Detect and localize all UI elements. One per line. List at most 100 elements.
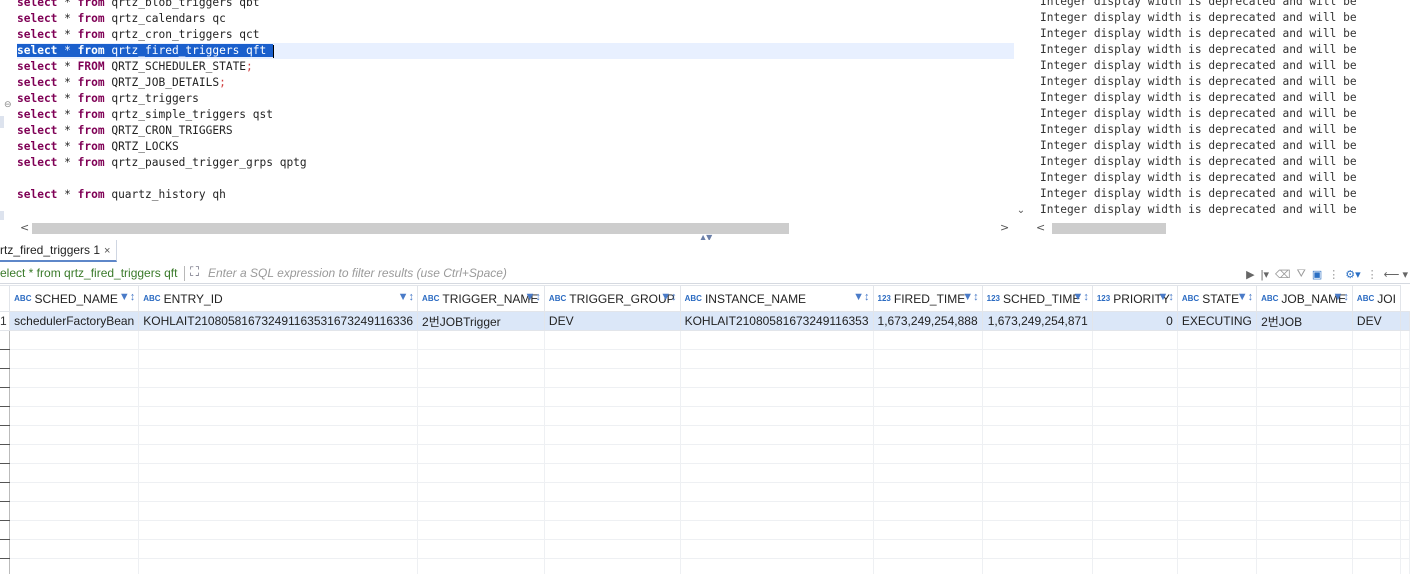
scroll-right-icon[interactable]: > [1000, 221, 1009, 235]
sort-filter-icon[interactable]: ▼↕ [853, 291, 869, 303]
back-icon[interactable]: ⟵ ▾ [1384, 268, 1408, 281]
table-cell [138, 558, 419, 574]
code-line[interactable]: select * from qrtz_paused_trigger_grps q… [17, 155, 1014, 171]
table-cell [981, 444, 1093, 464]
save-filter-icon[interactable]: ▣ [1312, 268, 1322, 281]
column-header[interactable]: ABC JOB_NAME ▼↕ [1256, 285, 1353, 312]
code-line[interactable]: select * from quartz_history qh [17, 187, 1014, 203]
table-cell[interactable]: EXECUTING [1176, 311, 1258, 331]
output-horizontal-scrollbar[interactable]: < [1030, 221, 1410, 235]
scroll-left-icon[interactable]: < [20, 221, 29, 235]
expand-icon[interactable]: ⛶ [190, 264, 199, 280]
table-cell [1400, 501, 1410, 521]
filter-input[interactable]: Enter a SQL expression to filter results… [208, 266, 507, 280]
close-icon[interactable]: × [104, 245, 110, 257]
sql-text: * [57, 140, 78, 153]
scrollbar-thumb[interactable] [1052, 223, 1166, 234]
table-cell [872, 558, 983, 574]
row-number[interactable]: 1 [0, 311, 11, 331]
code-line[interactable]: select * from qrtz_calendars qc [17, 11, 1014, 27]
table-cell [1351, 520, 1402, 540]
text-type-icon: ABC [1356, 293, 1375, 303]
code-line[interactable] [17, 171, 1014, 187]
fold-collapse-icon[interactable]: ⊖ [4, 100, 12, 111]
table-cell [872, 425, 983, 445]
numeric-type-icon: 123 [877, 293, 891, 303]
sort-filter-icon[interactable]: ▼↕ [398, 291, 414, 303]
column-header[interactable]: 123 FIRED_TIME ▼↕ [872, 285, 983, 312]
column-header[interactable]: ABC STATE ▼↕ [1176, 285, 1258, 312]
sort-filter-icon[interactable]: ▼↕ [1072, 291, 1088, 303]
row-number [0, 463, 11, 483]
scroll-left-icon[interactable]: < [1036, 221, 1045, 235]
sort-filter-icon[interactable]: ▼↕ [1237, 291, 1253, 303]
sort-filter-icon[interactable]: ▼↕ [119, 291, 135, 303]
table-cell[interactable]: DEV [543, 311, 681, 331]
tab-result[interactable]: rtz_fired_triggers 1 × [0, 240, 118, 262]
sql-text: * [57, 76, 78, 89]
table-cell [417, 368, 545, 388]
column-header[interactable]: 123 PRIORITY ▼↕ [1091, 285, 1178, 312]
sort-filter-icon[interactable]: ▼↕ [1157, 291, 1173, 303]
column-name: JOI [1377, 291, 1396, 306]
sql-text: * [57, 12, 78, 25]
table-cell[interactable]: KOHLAIT21080581673249116353 [679, 311, 874, 331]
code-line[interactable]: select * FROM QRTZ_SCHEDULER_STATE; [17, 59, 1014, 75]
code-line[interactable]: select * from QRTZ_LOCKS [17, 139, 1014, 155]
code-line[interactable]: select * from qrtz_fired_triggers qft [17, 43, 1014, 59]
sort-filter-icon[interactable]: ▼↕ [660, 291, 676, 303]
table-cell[interactable]: KOHLAIT210805816732491163531673249116336 [138, 311, 419, 331]
play-icon[interactable]: ▶ [1246, 268, 1254, 281]
sort-filter-icon[interactable]: ▼↕ [1333, 291, 1349, 303]
column-header[interactable]: 123 SCHED_TIME ▼↕ [981, 285, 1093, 312]
scroll-down-icon[interactable]: ⌄ [1014, 205, 1028, 216]
sort-filter-icon[interactable]: ▼↕ [525, 291, 541, 303]
sql-semicolon: ; [219, 76, 226, 89]
table-cell[interactable]: 2번JOB [1256, 311, 1353, 331]
code-line[interactable]: select * from QRTZ_CRON_TRIGGERS [17, 123, 1014, 139]
table-cell [679, 520, 874, 540]
sql-code[interactable]: select * from qrtz_blob_triggers qbt sele… [17, 0, 1014, 203]
sql-text: * [57, 60, 78, 73]
table-cell[interactable]: 2번JOBTrigger [417, 311, 545, 331]
settings-icon[interactable]: ⚙▾ [1345, 268, 1360, 281]
table-cell[interactable]: 1,673,249,254,888 [872, 311, 983, 331]
code-line[interactable]: select * from QRTZ_JOB_DETAILS; [17, 75, 1014, 91]
column-header[interactable]: ABC ENTRY_ID ▼↕ [138, 285, 419, 312]
sort-filter-icon[interactable]: ▼↕ [962, 291, 978, 303]
table-cell [679, 425, 874, 445]
scrollbar-thumb[interactable] [32, 223, 789, 234]
filter-icon[interactable]: ⛛ [1297, 268, 1306, 281]
table-cell[interactable]: 1,673,249,254,871 [981, 311, 1093, 331]
table-cell [1400, 349, 1410, 369]
column-header[interactable]: ABC TRIGGER_GROUP ▼↕ [543, 285, 681, 312]
code-line[interactable]: select * from qrtz_simple_triggers qst [17, 107, 1014, 123]
table-cell[interactable]: DEV [1351, 311, 1402, 331]
code-line[interactable]: select * from qrtz_triggers [17, 91, 1014, 107]
table-cell [679, 482, 874, 502]
column-header[interactable]: ABC TRIGGER_NAME ▼↕ [417, 285, 545, 312]
column-header[interactable]: ABC JOI [1351, 285, 1402, 312]
code-line[interactable]: select * from qrtz_blob_triggers qbt [17, 0, 1014, 11]
sql-keyword: from [77, 76, 105, 89]
selected-text[interactable]: select * from qrtz_fired_triggers qft [17, 44, 273, 57]
result-grid[interactable]: ABC SCHED_NAME ▼↕ ABC ENTRY_ID ▼↕ ABC TRIGGER_N… [0, 285, 1410, 574]
table-cell [417, 501, 545, 521]
table-cell [679, 406, 874, 426]
sql-keyword: select [17, 188, 58, 201]
table-cell [9, 520, 140, 540]
history-dropdown-icon[interactable]: |▾ [1261, 268, 1269, 281]
eraser-icon[interactable]: ⌫ [1275, 268, 1291, 281]
code-line[interactable]: select * from qrtz_cron_triggers qct [17, 27, 1014, 43]
editor-horizontal-scrollbar[interactable]: < > [0, 221, 1014, 235]
table-row[interactable]: 1 schedulerFactoryBean KOHLAIT210805816732… [0, 311, 1410, 331]
column-header[interactable]: ABC INSTANCE_NAME ▼↕ [679, 285, 874, 312]
table-cell[interactable]: schedulerFactoryBean [9, 311, 140, 331]
column-header[interactable]: ABC SCHED_NAME ▼↕ [9, 285, 140, 312]
table-cell[interactable] [1400, 311, 1410, 331]
sql-text: qrtz_triggers [104, 92, 199, 105]
table-cell [1256, 482, 1353, 502]
sql-text: qrtz_calendars qc [104, 12, 226, 25]
table-cell[interactable]: 0 [1091, 311, 1178, 331]
sql-editor[interactable]: ⊖ select * from qrtz_blob_triggers qbt se… [0, 0, 1014, 220]
